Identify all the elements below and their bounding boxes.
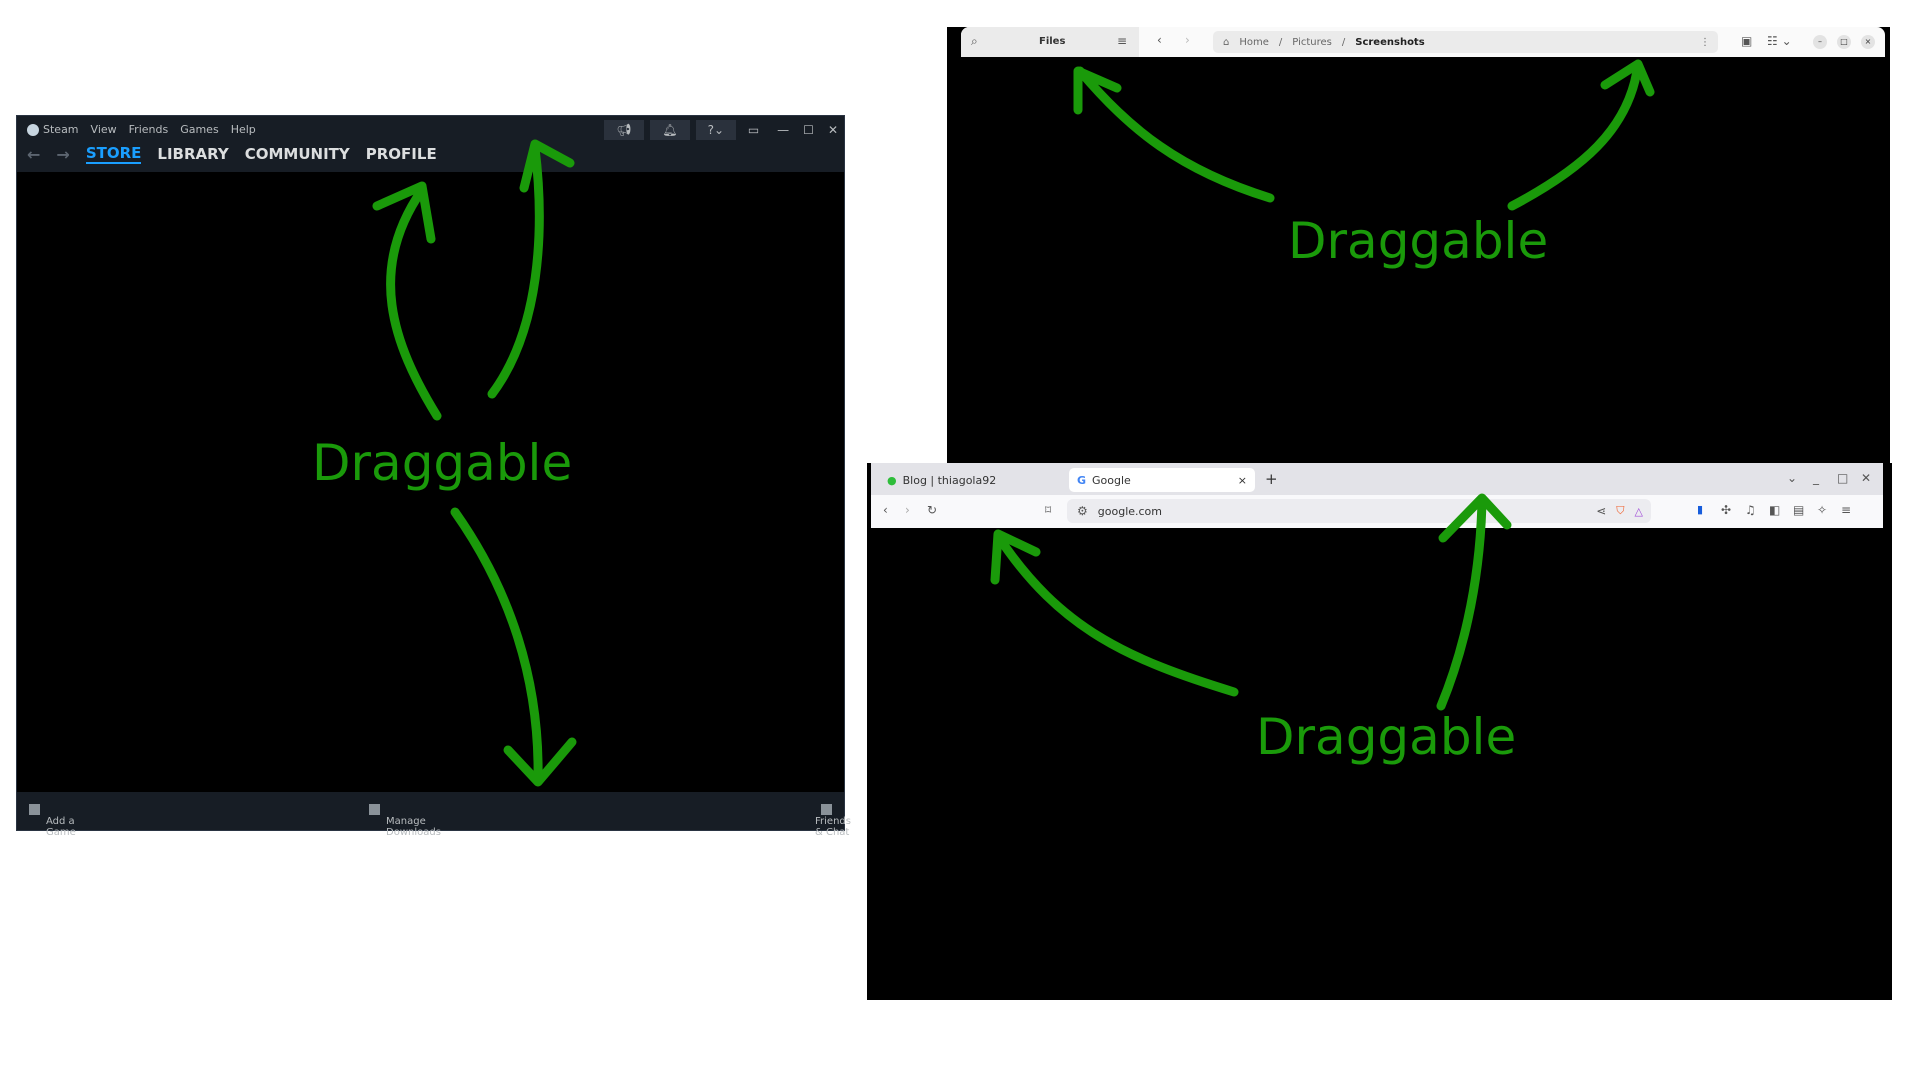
download-icon	[369, 804, 380, 815]
menu-help[interactable]: Help	[231, 123, 256, 136]
steam-title-bar[interactable]: Steam View Friends Games Help ← → STORE …	[17, 116, 844, 172]
view-list-icon[interactable]: ☷ ⌄	[1767, 34, 1792, 48]
friends-chat-button[interactable]: Friends & Chat	[815, 804, 851, 838]
minimize-icon[interactable]: _	[1813, 471, 1819, 485]
menu-steam[interactable]: Steam	[27, 123, 79, 136]
reload-icon[interactable]: ↻	[927, 503, 937, 517]
bell-icon[interactable]: 🔔︎	[649, 120, 690, 140]
steam-footer: Add a Game Manage Downloads Friends & Ch…	[17, 792, 851, 838]
tab-community[interactable]: COMMUNITY	[245, 145, 350, 163]
new-folder-icon[interactable]: ▣	[1741, 34, 1752, 48]
add-game-button[interactable]: Add a Game	[29, 804, 76, 838]
minimize-icon[interactable]: –	[1813, 35, 1827, 49]
media-icon[interactable]: ♫	[1745, 503, 1756, 517]
sidebar-icon[interactable]: ◧	[1769, 503, 1780, 517]
tab-library[interactable]: LIBRARY	[157, 145, 228, 163]
menu-games[interactable]: Games	[180, 123, 218, 136]
new-tab-button[interactable]: +	[1265, 470, 1278, 488]
close-icon[interactable]: ×	[1861, 35, 1875, 49]
draggable-label-steam: Draggable	[312, 434, 573, 492]
browser-toolbar: ‹ › ↻ ⌑ ⚙︎ google.com ⋖ ⛉ △ ▮ ✣ ♫ ◧ ▤ ✧ ≡	[871, 495, 1883, 528]
steam-logo-icon	[27, 124, 39, 136]
crumb-pictures[interactable]: Pictures	[1292, 37, 1332, 48]
friends-icon	[821, 804, 832, 815]
forward-arrow-icon[interactable]: →	[56, 145, 69, 164]
google-icon: G	[1077, 473, 1087, 487]
menu-icon[interactable]: ≡	[1117, 34, 1127, 48]
brave-shields-icon[interactable]: ⛉	[1616, 504, 1624, 518]
brave-rewards-icon[interactable]: △	[1635, 505, 1643, 518]
big-picture-icon[interactable]: ▭	[748, 123, 759, 137]
address-bar[interactable]: ⚙︎ google.com ⋖ ⛉ △	[1067, 499, 1651, 523]
files-sidebar-header: ⌕ Files ≡	[961, 27, 1139, 57]
tab-profile[interactable]: PROFILE	[366, 145, 437, 163]
tab-google[interactable]: G Google ×	[1069, 468, 1255, 492]
files-title: Files	[1039, 36, 1066, 47]
maximize-icon[interactable]: ☐	[803, 123, 814, 137]
help-label: ?	[707, 123, 714, 137]
forward-icon[interactable]: ›	[1185, 33, 1190, 47]
tab-title: Blog | thiagola92	[902, 473, 997, 487]
back-icon[interactable]: ‹	[883, 503, 888, 517]
breadcrumb: ⌂ Home / Pictures / Screenshots ⋮	[1213, 31, 1718, 53]
menu-view[interactable]: View	[91, 123, 117, 136]
manage-downloads-button[interactable]: Manage Downloads	[369, 804, 441, 838]
close-icon[interactable]: ✕	[1861, 471, 1871, 485]
crumb-home[interactable]: Home	[1239, 37, 1269, 48]
favicon-icon: ●	[887, 473, 897, 487]
downloads-label: Manage Downloads	[386, 816, 441, 838]
wallet-icon[interactable]: ▤	[1793, 503, 1804, 517]
help-button[interactable]: ? ⌄	[695, 120, 736, 140]
bitwarden-icon[interactable]: ▮	[1697, 503, 1703, 516]
menu-steam-label: Steam	[43, 123, 79, 136]
tab-list-icon[interactable]: ⌄	[1787, 471, 1797, 485]
close-icon[interactable]: ✕	[828, 123, 838, 137]
steam-window-controls: 📢︎ 🔔︎ ? ⌄ ▭ — ☐ ✕	[603, 120, 838, 140]
url-text: google.com	[1097, 504, 1163, 518]
steam-menu-bar: Steam View Friends Games Help	[27, 123, 256, 136]
minimize-icon[interactable]: —	[777, 123, 789, 137]
close-tab-icon[interactable]: ×	[1238, 474, 1247, 487]
browser-tab-strip[interactable]: ● Blog | thiagola92 G Google × + ⌄ _ □ ✕	[871, 463, 1883, 495]
draggable-label-files: Draggable	[1288, 212, 1549, 270]
menu-friends[interactable]: Friends	[129, 123, 169, 136]
megaphone-icon[interactable]: 📢︎	[603, 120, 644, 140]
files-header-bar[interactable]: ⌕ Files ≡ ‹ › ⌂ Home / Pictures / Screensh…	[961, 27, 1885, 57]
friends-label: Friends & Chat	[815, 816, 851, 838]
maximize-icon[interactable]: □	[1837, 35, 1851, 49]
tab-blog[interactable]: ● Blog | thiagola92	[879, 468, 1004, 492]
back-arrow-icon[interactable]: ←	[27, 145, 40, 164]
menu-icon[interactable]: ≡	[1841, 503, 1851, 517]
more-options-icon[interactable]: ⋮	[1700, 37, 1710, 48]
site-settings-icon[interactable]: ⚙︎	[1077, 504, 1088, 518]
draggable-label-browser: Draggable	[1256, 708, 1517, 766]
share-icon[interactable]: ⋖	[1596, 504, 1606, 518]
bookmark-icon[interactable]: ⌑	[1045, 503, 1051, 517]
crumb-screenshots[interactable]: Screenshots	[1355, 37, 1424, 48]
forward-icon[interactable]: ›	[905, 503, 910, 517]
leo-icon[interactable]: ✧	[1817, 503, 1827, 517]
add-game-label: Add a Game	[46, 816, 76, 838]
tab-store[interactable]: STORE	[85, 144, 142, 164]
search-icon[interactable]: ⌕	[971, 34, 978, 49]
maximize-icon[interactable]: □	[1837, 471, 1848, 485]
home-icon: ⌂	[1223, 36, 1230, 48]
back-icon[interactable]: ‹	[1157, 33, 1162, 47]
steam-nav: ← → STORE LIBRARY COMMUNITY PROFILE	[27, 144, 437, 164]
plus-icon	[29, 804, 40, 815]
tab-title: Google	[1092, 473, 1131, 487]
extensions-icon[interactable]: ✣	[1721, 503, 1731, 517]
